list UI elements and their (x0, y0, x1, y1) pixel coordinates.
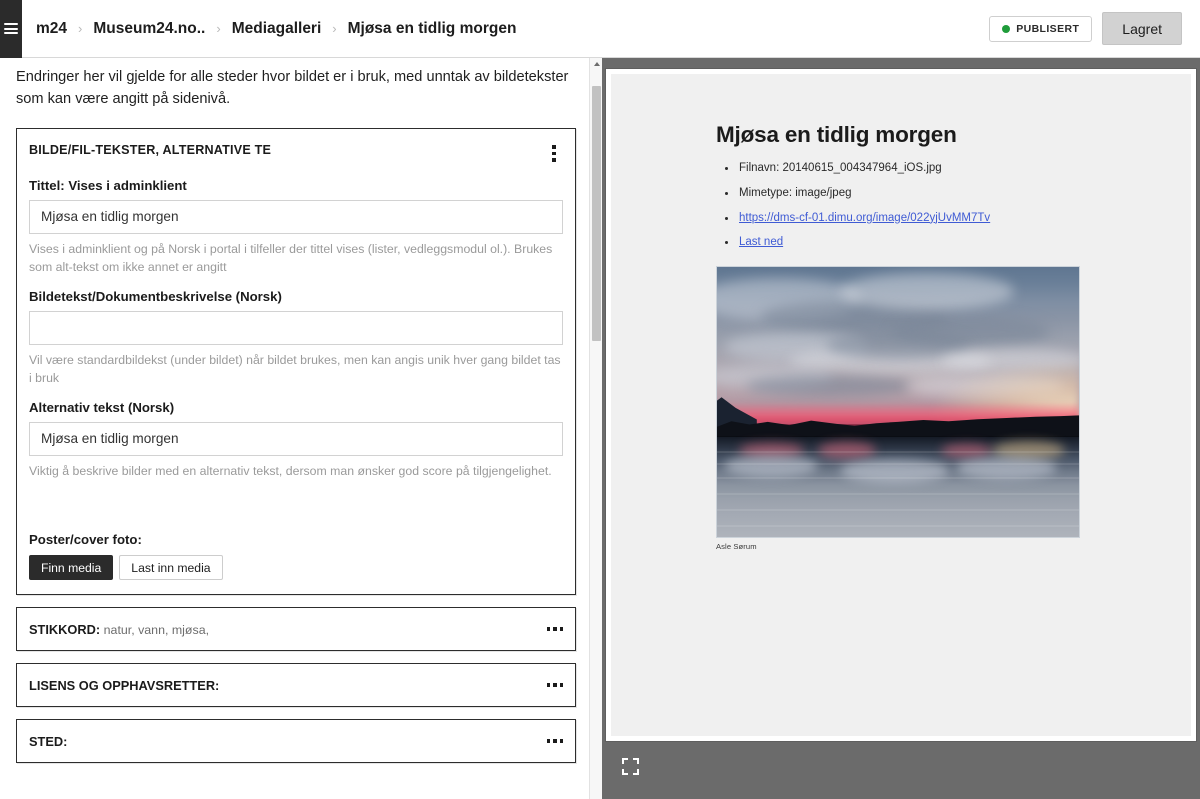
saved-button[interactable]: Lagret (1102, 12, 1182, 45)
title-input[interactable]: Mjøsa en tidlig morgen (29, 199, 563, 234)
accordion-sted-label: STED: (29, 734, 67, 749)
media-texts-card: BILDE/FIL-TEKSTER, ALTERNATIVE TE Tittel… (16, 128, 576, 596)
list-item: Last ned (723, 236, 1191, 250)
preview-title: Mjøsa en tidlig morgen (716, 122, 957, 147)
list-item: https://dms-cf-01.dimu.org/image/022yjUv… (723, 212, 1191, 226)
breadcrumb-separator-icon: › (78, 21, 83, 36)
scrollbar-thumb[interactable] (592, 86, 601, 341)
photo-reflection (724, 455, 819, 478)
publish-status-badge[interactable]: PUBLISERT (989, 15, 1093, 42)
preview-photo-wrapper: Asle Sørum (716, 266, 1191, 551)
caption-field-label: Bildetekst/Dokumentbeskrivelse (Norsk) (29, 288, 282, 304)
top-bar: m24 › Museum24.no.. › Mediagalleri › Mjø… (0, 0, 1200, 58)
title-field-help: Vises i adminklient og på Norsk i portal… (29, 241, 553, 275)
breadcrumb-separator-icon: › (216, 21, 221, 36)
poster-label: Poster/cover foto: (29, 532, 142, 548)
list-item: Filnavn: 20140615_004347964_iOS.jpg (723, 162, 1191, 176)
caption-field-help: Vil være standardbildekst (under bildet)… (29, 352, 561, 386)
metadata-mimetype: Mimetype: image/jpeg (739, 186, 852, 199)
top-bar-actions: PUBLISERT Lagret (989, 12, 1200, 45)
ellipsis-icon[interactable] (546, 627, 563, 631)
accordion-lisens[interactable]: LISENS OG OPPHAVSRETTER: (16, 663, 576, 708)
poster-button-row: Finn media Last inn media (29, 555, 563, 581)
upload-media-button[interactable]: Last inn media (119, 555, 223, 581)
ellipsis-icon[interactable] (546, 683, 563, 687)
preview-panel: Mjøsa en tidlig morgen Filnavn: 20140615… (602, 58, 1200, 799)
alt-text-field-help: Viktig å beskrive bilder med en alternat… (29, 463, 552, 478)
breadcrumb-item-0[interactable]: m24 (36, 20, 67, 38)
breadcrumb: m24 › Museum24.no.. › Mediagalleri › Mjø… (22, 20, 989, 38)
accordion-stikkord-label: STIKKORD: natur, vann, mjøsa, (29, 622, 209, 637)
preview-metadata-list: Filnavn: 20140615_004347964_iOS.jpg Mime… (723, 162, 1191, 250)
accordion-lisens-label: LISENS OG OPPHAVSRETTER: (29, 678, 219, 693)
list-item: Mimetype: image/jpeg (723, 187, 1191, 201)
breadcrumb-item-3: Mjøsa en tidlig morgen (347, 19, 517, 37)
breadcrumb-separator-icon: › (332, 21, 337, 36)
photo-ripple (717, 451, 1079, 454)
accordion-lisens-title: LISENS OG OPPHAVSRETTER: (29, 677, 220, 693)
breadcrumb-item-2[interactable]: Mediagalleri (232, 20, 322, 38)
photo-ripple (717, 493, 1079, 496)
status-dot-icon (1002, 24, 1011, 33)
accordion-stikkord-title: STIKKORD: (29, 621, 101, 637)
editor-panel: Endringer her vil gjelde for alle steder… (0, 58, 592, 799)
hamburger-menu-button[interactable] (0, 0, 22, 58)
fullscreen-icon[interactable] (622, 758, 639, 775)
photo-cloud (840, 272, 1014, 311)
notice-text: Endringer her vil gjelde for alle steder… (16, 69, 569, 108)
accordion-stikkord-values: natur, vann, mjøsa, (103, 622, 210, 637)
photo-ripple (717, 525, 1079, 528)
download-link[interactable]: Last ned (739, 236, 783, 248)
editor-scrollbar[interactable] (589, 58, 602, 799)
preview-content: Mjøsa en tidlig morgen Filnavn: 20140615… (611, 74, 1191, 736)
photo-ripple (717, 463, 1079, 466)
photo-ripple (717, 477, 1079, 480)
photo-reflection (955, 457, 1058, 480)
hamburger-icon (4, 21, 18, 37)
find-media-button[interactable]: Finn media (29, 555, 114, 581)
metadata-image-url-link[interactable]: https://dms-cf-01.dimu.org/image/022yjUv… (739, 212, 990, 224)
accordion-sted[interactable]: STED: (16, 719, 576, 764)
preview-bottom-bar (602, 742, 1200, 799)
kebab-menu-icon[interactable] (545, 143, 563, 162)
alt-text-input[interactable]: Mjøsa en tidlig morgen (29, 421, 563, 456)
card-header: BILDE/FIL-TEKSTER, ALTERNATIVE TE (17, 129, 575, 166)
photo-caption: Asle Sørum (716, 542, 757, 552)
photo-ripple (717, 509, 1079, 512)
metadata-filename: Filnavn: 20140615_004347964_iOS.jpg (739, 162, 942, 174)
photo-cloud (745, 375, 913, 397)
card-title: BILDE/FIL-TEKSTER, ALTERNATIVE TE (29, 143, 272, 158)
card-body: Tittel: Vises i adminklient Mjøsa en tid… (17, 178, 575, 594)
title-field-label: Tittel: Vises i adminklient (29, 177, 187, 193)
accordion-stikkord[interactable]: STIKKORD: natur, vann, mjøsa, (16, 607, 576, 652)
photo-water (717, 437, 1079, 538)
preview-photo (716, 266, 1080, 539)
breadcrumb-item-1[interactable]: Museum24.no.. (93, 20, 205, 38)
photo-reflection (818, 442, 877, 459)
alt-text-field-label: Alternativ tekst (Norsk) (29, 399, 175, 415)
ellipsis-icon[interactable] (546, 739, 563, 743)
preview-frame: Mjøsa en tidlig morgen Filnavn: 20140615… (605, 68, 1197, 742)
publish-status-label: PUBLISERT (1016, 22, 1080, 35)
accordion-sted-title: STED: (29, 733, 68, 749)
caption-input[interactable] (29, 310, 563, 345)
